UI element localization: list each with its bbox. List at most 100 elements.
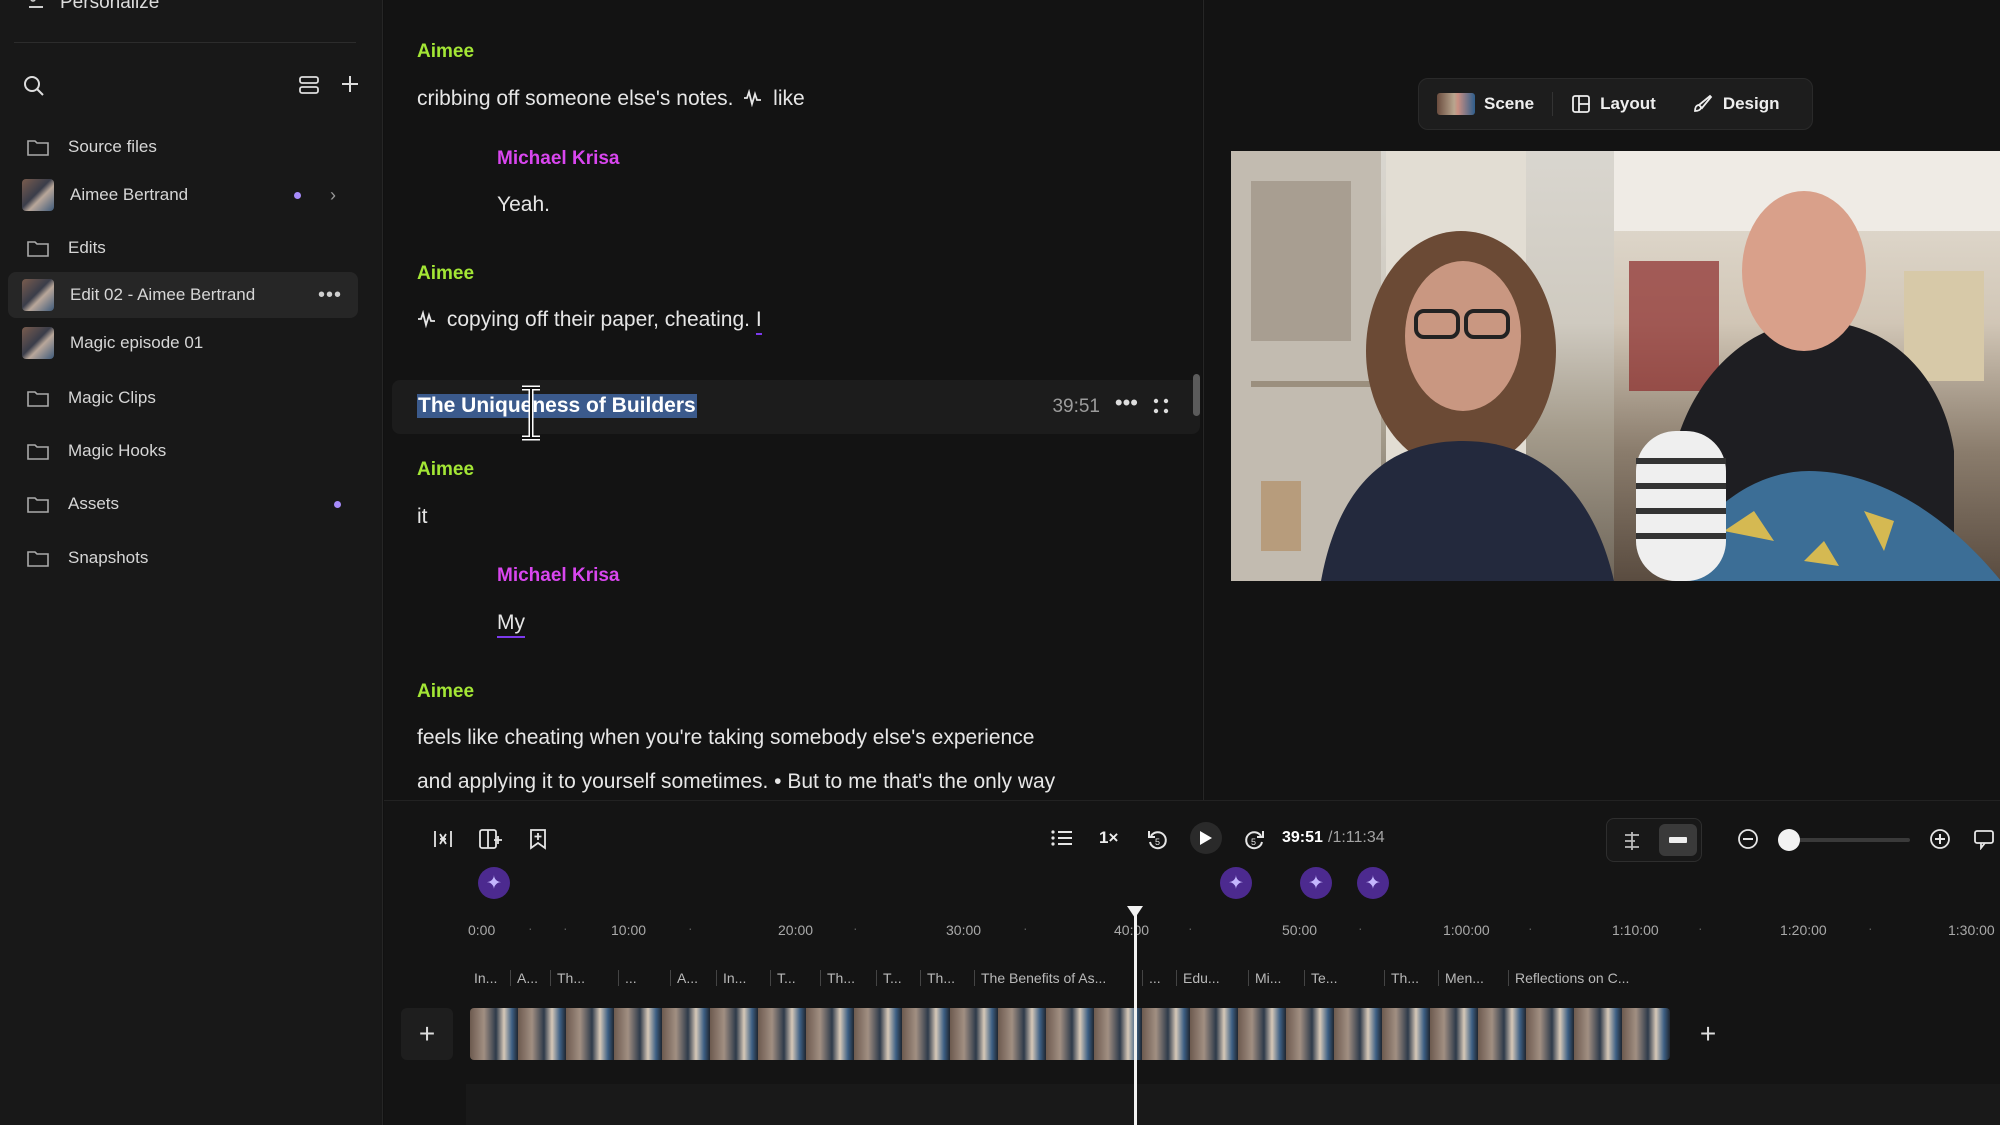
transcript-line[interactable]: cribbing off someone else's notes. like — [417, 87, 805, 111]
play-button[interactable] — [1190, 822, 1222, 854]
drag-handle-icon[interactable] — [1152, 397, 1170, 415]
sidebar-item-assets[interactable]: Assets — [8, 481, 358, 527]
wrap-view-icon[interactable] — [1621, 830, 1643, 852]
ruler-dot: · — [1698, 920, 1703, 936]
search-icon[interactable] — [22, 74, 46, 98]
ruler-dot: · — [1868, 920, 1873, 936]
sidebar-item-edit-02[interactable]: Edit 02 - Aimee Bertrand ••• — [8, 272, 358, 318]
zoom-out-icon[interactable] — [1737, 828, 1759, 850]
sidebar-item-edits[interactable]: Edits — [8, 225, 358, 271]
avatar-wrap — [22, 279, 54, 311]
stack-icon[interactable] — [298, 74, 320, 96]
empty-track[interactable] — [466, 1084, 2000, 1125]
ruler-dot: · — [563, 920, 568, 936]
layout-button[interactable]: Layout — [1553, 79, 1674, 129]
sidebar-item-source-files[interactable]: Source files — [8, 124, 358, 170]
chapter-marker[interactable]: Edu... — [1176, 970, 1220, 986]
transcript-line[interactable]: it — [417, 505, 428, 529]
chapter-marker[interactable]: Mi... — [1248, 970, 1281, 986]
sidebar-item-magic-hooks[interactable]: Magic Hooks — [8, 428, 358, 474]
chapter-marker[interactable]: ... — [618, 970, 637, 986]
transcript-line[interactable]: feels like cheating when you're taking s… — [417, 726, 1034, 750]
chapter-marker[interactable]: ... — [1142, 970, 1161, 986]
chapter-title[interactable]: The Uniqueness of Builders — [417, 394, 697, 418]
magic-sparkle-icon[interactable]: ✦ — [478, 867, 510, 899]
chapter-marker[interactable]: Th... — [820, 970, 855, 986]
chapter-marker[interactable]: Te... — [1304, 970, 1337, 986]
more-options-icon[interactable]: ••• — [318, 284, 342, 307]
more-options-icon[interactable]: ••• — [1115, 390, 1138, 416]
chapter-marker[interactable]: T... — [876, 970, 902, 986]
sidebar-item-aimee-bertrand[interactable]: Aimee Bertrand › — [8, 172, 358, 218]
single-row-view-button[interactable] — [1659, 824, 1697, 856]
add-icon[interactable] — [340, 74, 360, 94]
sidebar-item-magic-episode[interactable]: Magic episode 01 — [8, 320, 358, 366]
chapter-marker[interactable]: The Benefits of As... — [974, 970, 1106, 986]
playhead[interactable] — [1134, 906, 1137, 1125]
transcript-line[interactable]: copying off their paper, cheating. I — [417, 308, 762, 335]
folder-icon — [22, 137, 54, 157]
ruler-dot: · — [853, 920, 858, 936]
single-row-icon — [1669, 837, 1687, 843]
transcript-line[interactable]: and applying it to yourself sometimes. •… — [417, 770, 1055, 794]
chapter-time: 39:51 — [1052, 396, 1100, 417]
add-layout-icon[interactable] — [478, 828, 502, 850]
playhead-handle[interactable] — [1127, 906, 1143, 918]
chapter-marker[interactable]: A... — [510, 970, 538, 986]
zoom-slider[interactable] — [1788, 838, 1910, 842]
design-label: Design — [1722, 94, 1780, 113]
speaker-label: Michael Krisa — [497, 148, 620, 169]
transcript-text[interactable]: like — [773, 87, 805, 110]
zoom-slider-handle[interactable] — [1778, 829, 1800, 851]
chapter-marker[interactable]: A... — [670, 970, 698, 986]
folder-icon — [22, 494, 54, 514]
chapter-marker[interactable]: Men... — [1438, 970, 1484, 986]
personalize-item[interactable]: Personalize — [26, 0, 159, 14]
chapter-marker[interactable]: In... — [470, 970, 497, 986]
video-filmstrip[interactable] — [470, 1008, 1670, 1060]
sidebar-item-magic-clips[interactable]: Magic Clips — [8, 375, 358, 421]
transcript-text[interactable]: cribbing off someone else's notes. — [417, 87, 733, 110]
ruler-tick: 10:00 — [611, 922, 647, 938]
transcript-word[interactable]: My — [497, 611, 525, 638]
magic-sparkle-icon[interactable]: ✦ — [1300, 867, 1332, 899]
chapter-marker[interactable]: T... — [770, 970, 796, 986]
magic-sparkle-icon[interactable]: ✦ — [1357, 867, 1389, 899]
transcript-word[interactable]: I — [755, 308, 762, 335]
transcript-line[interactable]: My — [497, 611, 525, 638]
scrollbar-thumb[interactable] — [1193, 374, 1200, 416]
layout-icon — [1572, 95, 1590, 113]
forward-5-icon[interactable]: 5 — [1242, 828, 1266, 852]
list-icon[interactable] — [1051, 828, 1073, 848]
zoom-in-icon[interactable] — [1929, 828, 1951, 850]
chapter-marker[interactable]: Th... — [920, 970, 955, 986]
chapter-header[interactable]: The Uniqueness of Builders 39:51 ••• — [392, 380, 1200, 434]
sidebar-item-snapshots[interactable]: Snapshots — [8, 535, 358, 581]
caption-icon[interactable] — [1973, 828, 1995, 850]
timeline-ruler[interactable]: 0:00 · · 10:00 · 20:00 · 30:00 · 40:00 ·… — [468, 920, 2000, 950]
playback-speed-button[interactable]: 1× — [1099, 828, 1118, 848]
sidebar-item-label: Assets — [68, 494, 120, 513]
chapter-marker[interactable]: Th... — [1384, 970, 1419, 986]
folder-icon — [22, 441, 54, 461]
transcript-text[interactable]: copying off their paper, cheating. — [447, 308, 750, 331]
transcript-panel: Aimee cribbing off someone else's notes.… — [384, 0, 1202, 800]
sidebar-divider — [14, 42, 356, 43]
design-button[interactable]: Design — [1674, 79, 1798, 129]
scene-thumbnail-icon — [1437, 93, 1475, 115]
transcript-line[interactable]: Yeah. — [497, 193, 550, 217]
video-preview[interactable] — [1231, 151, 2000, 581]
chapter-marker[interactable]: Th... — [550, 970, 585, 986]
bookmark-add-icon[interactable] — [528, 828, 548, 850]
scene-button[interactable]: Scene — [1419, 79, 1552, 129]
chapter-marker[interactable]: In... — [716, 970, 746, 986]
chapter-marker[interactable]: Reflections on C... — [1508, 970, 1629, 986]
split-icon[interactable] — [432, 828, 454, 850]
svg-text:5: 5 — [1251, 837, 1256, 847]
add-clip-before-button[interactable]: + — [401, 1008, 453, 1060]
add-clip-after-button[interactable]: + — [1688, 1014, 1728, 1054]
chevron-right-icon[interactable]: › — [330, 185, 336, 206]
sidebar-item-label: Magic episode 01 — [70, 333, 204, 352]
magic-sparkle-icon[interactable]: ✦ — [1220, 867, 1252, 899]
rewind-5-icon[interactable]: 5 — [1146, 828, 1170, 852]
